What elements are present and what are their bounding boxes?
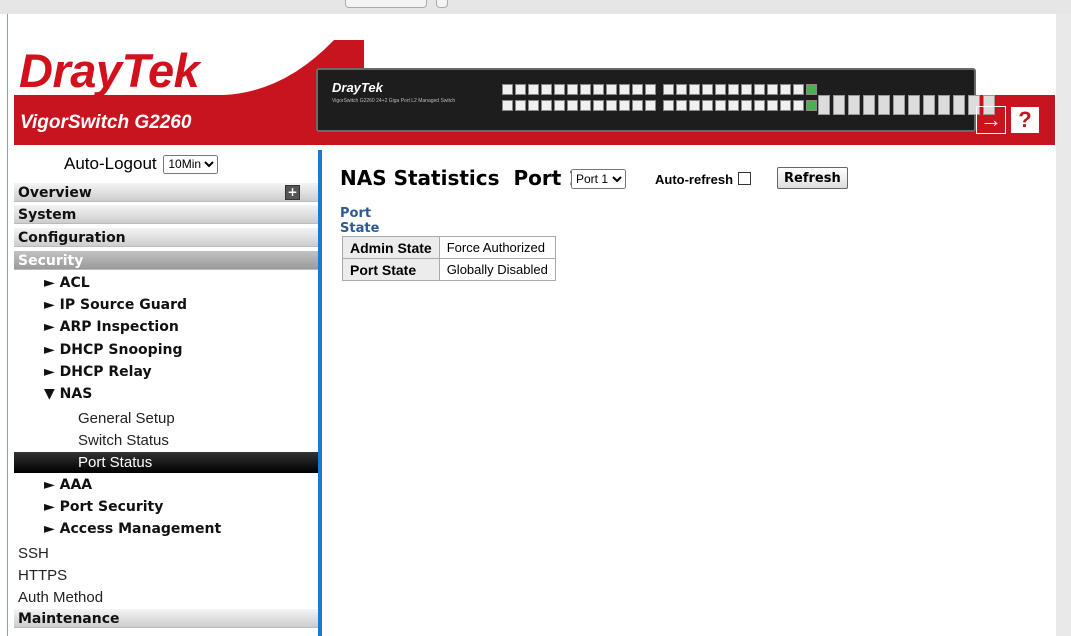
panel-subtitle: VigorSwitch G2260 24+2 Giga Port L2 Mana… (332, 98, 456, 104)
menu-item-auth-method[interactable]: Auth Method (14, 587, 318, 608)
auto-logout-select[interactable]: 10Min (163, 154, 219, 174)
row-value: Force Authorized (438, 236, 556, 259)
menu-item-dhcp-snooping[interactable]: ► DHCP Snooping (14, 340, 318, 361)
menu-item-dhcp-relay[interactable]: ► DHCP Relay (14, 362, 318, 383)
port-group-2 (502, 100, 656, 111)
menu-item-ssh[interactable]: SSH (14, 543, 318, 564)
help-icon[interactable]: ? (1010, 106, 1040, 134)
port-state-table: Admin State Force Authorized Port State … (342, 236, 556, 281)
table-row: Port State Globally Disabled (342, 258, 556, 281)
menu-section-label: Overview (18, 185, 92, 201)
menu-item-general-setup[interactable]: General Setup (14, 408, 318, 429)
menu-item-port-security[interactable]: ► Port Security (14, 497, 318, 518)
menu-section-label: System (18, 207, 77, 223)
browser-control[interactable] (345, 0, 427, 8)
logo-dray-text: Dray (19, 44, 122, 97)
switch-panel-image: DrayTek VigorSwitch G2260 24+2 Giga Port… (316, 68, 995, 132)
table-row: Admin State Force Authorized (342, 236, 556, 259)
browser-control-small[interactable] (436, 0, 448, 8)
auto-refresh: Auto-refresh (655, 172, 752, 187)
expand-all-icon[interactable]: + (285, 185, 300, 200)
panel-brand: DrayTek (332, 80, 383, 95)
menu-section-label: Security (18, 253, 84, 269)
sfp-ports (818, 95, 995, 115)
model-name: VigorSwitch G2260 (20, 112, 192, 133)
row-value: Globally Disabled (438, 258, 556, 281)
row-label: Port State (342, 258, 440, 281)
port-select[interactable]: Port 1 (571, 169, 626, 189)
menu-item-aaa[interactable]: ► AAA (14, 475, 318, 496)
draytek-logo: DrayTek (19, 44, 200, 97)
frame-divider (318, 150, 322, 636)
menu-section-overview[interactable]: Overview + (14, 183, 318, 202)
browser-top-strip (0, 0, 1071, 14)
frame-left-border (7, 14, 8, 636)
auto-refresh-checkbox[interactable] (738, 172, 752, 185)
menu-item-https[interactable]: HTTPS (14, 565, 318, 586)
port-group-3 (663, 84, 817, 95)
menu-item-access-management[interactable]: ► Access Management (14, 519, 318, 540)
port-group-1 (502, 84, 656, 95)
menu-section-security[interactable]: Security (14, 251, 318, 270)
menu-section-label: Configuration (18, 230, 126, 246)
port-group-4 (663, 100, 817, 111)
menu-item-arp-inspection[interactable]: ► ARP Inspection (14, 317, 318, 338)
menu-section-system[interactable]: System (14, 205, 318, 224)
logout-arrow-icon[interactable]: → (976, 106, 1006, 134)
refresh-button[interactable]: Refresh (777, 167, 848, 189)
menu-item-acl[interactable]: ► ACL (14, 273, 318, 294)
page-title: NAS Statistics Port 1 (340, 166, 583, 190)
menu-item-port-status[interactable]: Port Status (14, 452, 318, 473)
menu-section-maintenance[interactable]: Maintenance (14, 609, 318, 628)
auto-logout-label: Auto-Logout (64, 154, 157, 173)
header-banner: DrayTek VigorSwitch G2260 DrayTek VigorS… (14, 40, 1055, 145)
row-label: Admin State (342, 236, 440, 259)
auto-refresh-label: Auto-refresh (655, 172, 734, 187)
logo-tek-text: Tek (121, 44, 200, 97)
section-title: Port State (340, 206, 380, 236)
auto-logout: Auto-Logout 10Min (64, 154, 219, 174)
menu-item-ip-source-guard[interactable]: ► IP Source Guard (14, 295, 318, 316)
menu-item-nas[interactable]: ▼ NAS (14, 384, 318, 405)
menu-section-label: Maintenance (18, 611, 120, 627)
menu-section-configuration[interactable]: Configuration (14, 228, 318, 247)
scrollbar-track[interactable] (1056, 14, 1071, 636)
sidebar-menu: Auto-Logout 10Min Overview + System Conf… (14, 152, 318, 636)
menu-item-switch-status[interactable]: Switch Status (14, 430, 318, 451)
port-select-wrap: Port 1 (571, 169, 626, 189)
